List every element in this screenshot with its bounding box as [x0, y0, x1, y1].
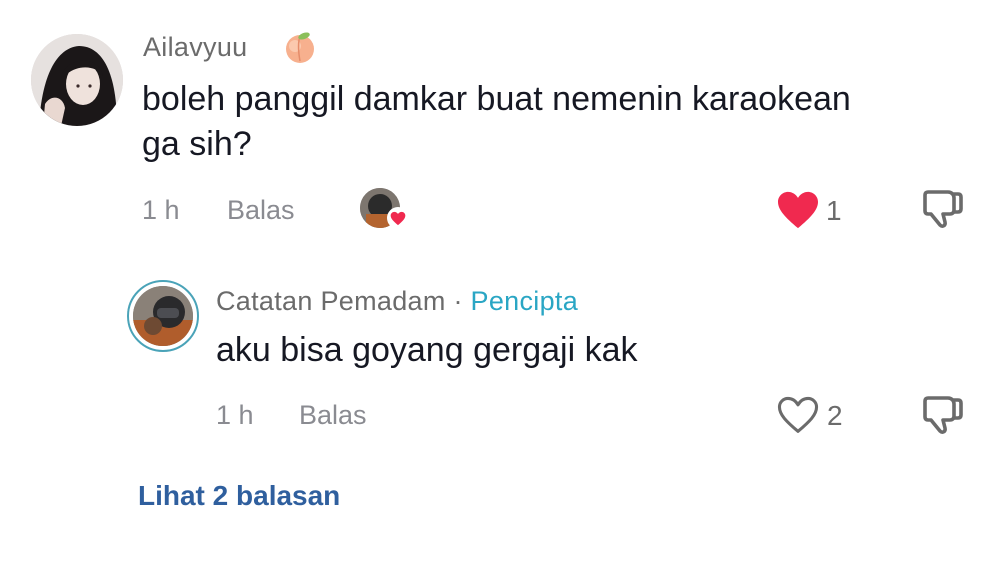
comment-username[interactable]: Ailavyuu: [143, 32, 247, 63]
creator-badge: Pencipta: [470, 286, 579, 316]
peach-emoji-icon: [282, 30, 318, 64]
reply-avatar[interactable]: [133, 286, 193, 346]
reply-text: aku bisa goyang gergaji kak: [216, 331, 638, 369]
avatar[interactable]: [31, 34, 123, 126]
reply-separator: ·: [453, 286, 463, 316]
reply-like-heart-icon[interactable]: [776, 395, 820, 435]
reply-like-count: 2: [827, 400, 843, 431]
creator-liked-heart-icon: [387, 207, 409, 229]
reply-username[interactable]: Catatan Pemadam: [216, 286, 446, 316]
reply-timestamp: 1 h: [216, 400, 254, 430]
view-replies-link[interactable]: Lihat 2 balasan: [138, 480, 340, 512]
reply-header: Catatan Pemadam · Pencipta: [216, 286, 578, 317]
comment-like-count: 1: [826, 195, 842, 226]
avatar-image: [31, 34, 123, 126]
comment-dislike-icon[interactable]: [920, 186, 968, 230]
reply-dislike-icon[interactable]: [920, 392, 968, 436]
comment-text: boleh panggil damkar buat nemenin karaok…: [142, 77, 982, 167]
comment-text-line-1: boleh panggil damkar buat nemenin karaok…: [142, 80, 851, 118]
comment-timestamp: 1 h: [142, 195, 180, 225]
reply-avatar-image: [133, 286, 193, 346]
comment-reply-button[interactable]: Balas: [227, 195, 295, 226]
comment-like-heart-icon[interactable]: [776, 190, 820, 230]
comment-username-text[interactable]: Ailavyuu: [143, 32, 247, 62]
comment-text-line-2: ga sih?: [142, 125, 252, 163]
reply-reply-button[interactable]: Balas: [299, 400, 367, 431]
